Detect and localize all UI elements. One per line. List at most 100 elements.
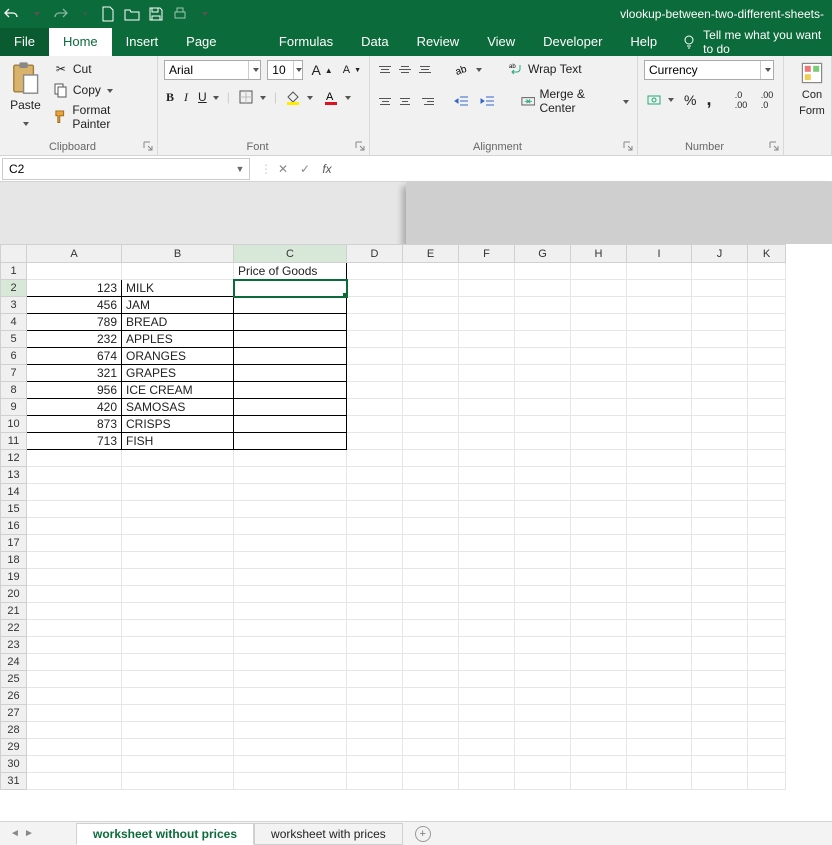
row-header-22[interactable]: 22: [1, 620, 27, 637]
cell-F13[interactable]: [459, 467, 515, 484]
cell-F6[interactable]: [459, 348, 515, 365]
cell-K25[interactable]: [748, 671, 786, 688]
clipboard-launcher-icon[interactable]: [143, 141, 153, 151]
cell-D19[interactable]: [347, 569, 403, 586]
cell-J4[interactable]: [692, 314, 748, 331]
row-header-26[interactable]: 26: [1, 688, 27, 705]
cell-H7[interactable]: [571, 365, 627, 382]
tab-home[interactable]: Home: [49, 28, 112, 56]
cell-I20[interactable]: [627, 586, 692, 603]
cell-G6[interactable]: [515, 348, 571, 365]
cell-K10[interactable]: [748, 416, 786, 433]
number-launcher-icon[interactable]: [769, 141, 779, 151]
cell-B2[interactable]: MILK: [122, 280, 234, 297]
fill-color-button[interactable]: [283, 88, 315, 106]
cell-C9[interactable]: [234, 399, 347, 416]
merge-dropdown[interactable]: [621, 94, 629, 108]
cell-J25[interactable]: [692, 671, 748, 688]
row-header-13[interactable]: 13: [1, 467, 27, 484]
cell-H6[interactable]: [571, 348, 627, 365]
cell-C2[interactable]: [234, 280, 347, 297]
cell-B11[interactable]: FISH: [122, 433, 234, 450]
cell-I30[interactable]: [627, 756, 692, 773]
decrease-indent-button[interactable]: [452, 92, 472, 110]
cell-K7[interactable]: [748, 365, 786, 382]
select-all-corner[interactable]: [1, 245, 27, 263]
cell-G10[interactable]: [515, 416, 571, 433]
row-header-23[interactable]: 23: [1, 637, 27, 654]
decrease-decimal-button[interactable]: .00.0: [757, 91, 777, 109]
cell-J26[interactable]: [692, 688, 748, 705]
cell-C6[interactable]: [234, 348, 347, 365]
cell-A8[interactable]: 956: [27, 382, 122, 399]
conditional-formatting-button[interactable]: Con Form: [790, 60, 832, 118]
font-color-button[interactable]: A: [321, 88, 353, 106]
row-header-29[interactable]: 29: [1, 739, 27, 756]
cell-C4[interactable]: [234, 314, 347, 331]
tab-insert[interactable]: Insert: [112, 28, 173, 56]
increase-indent-button[interactable]: [478, 92, 498, 110]
cell-K9[interactable]: [748, 399, 786, 416]
cell-C30[interactable]: [234, 756, 347, 773]
cell-J14[interactable]: [692, 484, 748, 501]
cancel-formula-button[interactable]: ✕: [272, 158, 294, 180]
cell-K3[interactable]: [748, 297, 786, 314]
cell-G11[interactable]: [515, 433, 571, 450]
cell-H22[interactable]: [571, 620, 627, 637]
cell-I31[interactable]: [627, 773, 692, 790]
cell-B20[interactable]: [122, 586, 234, 603]
cell-F2[interactable]: [459, 280, 515, 297]
insert-function-button[interactable]: fx: [316, 158, 338, 180]
fill-color-dropdown[interactable]: [305, 90, 313, 104]
cell-H12[interactable]: [571, 450, 627, 467]
cell-E21[interactable]: [403, 603, 459, 620]
cell-J9[interactable]: [692, 399, 748, 416]
cell-E9[interactable]: [403, 399, 459, 416]
cell-K30[interactable]: [748, 756, 786, 773]
accounting-button[interactable]: [644, 91, 676, 109]
cell-G12[interactable]: [515, 450, 571, 467]
font-name-dropdown[interactable]: [248, 61, 260, 79]
cell-K22[interactable]: [748, 620, 786, 637]
font-size-input[interactable]: [268, 63, 293, 77]
row-header-3[interactable]: 3: [1, 297, 27, 314]
cell-G22[interactable]: [515, 620, 571, 637]
col-header-B[interactable]: B: [122, 245, 234, 263]
row-header-31[interactable]: 31: [1, 773, 27, 790]
row-header-27[interactable]: 27: [1, 705, 27, 722]
cell-H17[interactable]: [571, 535, 627, 552]
cell-B14[interactable]: [122, 484, 234, 501]
cell-C23[interactable]: [234, 637, 347, 654]
row-header-30[interactable]: 30: [1, 756, 27, 773]
font-size-combo[interactable]: [267, 60, 303, 80]
cell-B30[interactable]: [122, 756, 234, 773]
tab-data[interactable]: Data: [347, 28, 402, 56]
font-launcher-icon[interactable]: [355, 141, 365, 151]
cell-K18[interactable]: [748, 552, 786, 569]
cut-button[interactable]: ✂Cut: [51, 60, 151, 78]
orientation-dropdown[interactable]: [474, 62, 482, 76]
cell-I9[interactable]: [627, 399, 692, 416]
orientation-button[interactable]: ab: [452, 60, 484, 78]
cell-K21[interactable]: [748, 603, 786, 620]
cell-J28[interactable]: [692, 722, 748, 739]
cell-D10[interactable]: [347, 416, 403, 433]
cell-J13[interactable]: [692, 467, 748, 484]
cell-C18[interactable]: [234, 552, 347, 569]
cell-H16[interactable]: [571, 518, 627, 535]
cell-J1[interactable]: [692, 263, 748, 280]
sheet-nav-prev[interactable]: ◄: [8, 828, 22, 839]
cell-F30[interactable]: [459, 756, 515, 773]
cell-C13[interactable]: [234, 467, 347, 484]
cell-K14[interactable]: [748, 484, 786, 501]
row-header-14[interactable]: 14: [1, 484, 27, 501]
cell-E23[interactable]: [403, 637, 459, 654]
sheet-tab-other[interactable]: worksheet with prices: [254, 823, 403, 845]
comma-button[interactable]: ,: [704, 88, 713, 111]
cell-K28[interactable]: [748, 722, 786, 739]
cell-K29[interactable]: [748, 739, 786, 756]
cell-G26[interactable]: [515, 688, 571, 705]
cell-E1[interactable]: [403, 263, 459, 280]
font-color-dropdown[interactable]: [343, 90, 351, 104]
cell-G24[interactable]: [515, 654, 571, 671]
